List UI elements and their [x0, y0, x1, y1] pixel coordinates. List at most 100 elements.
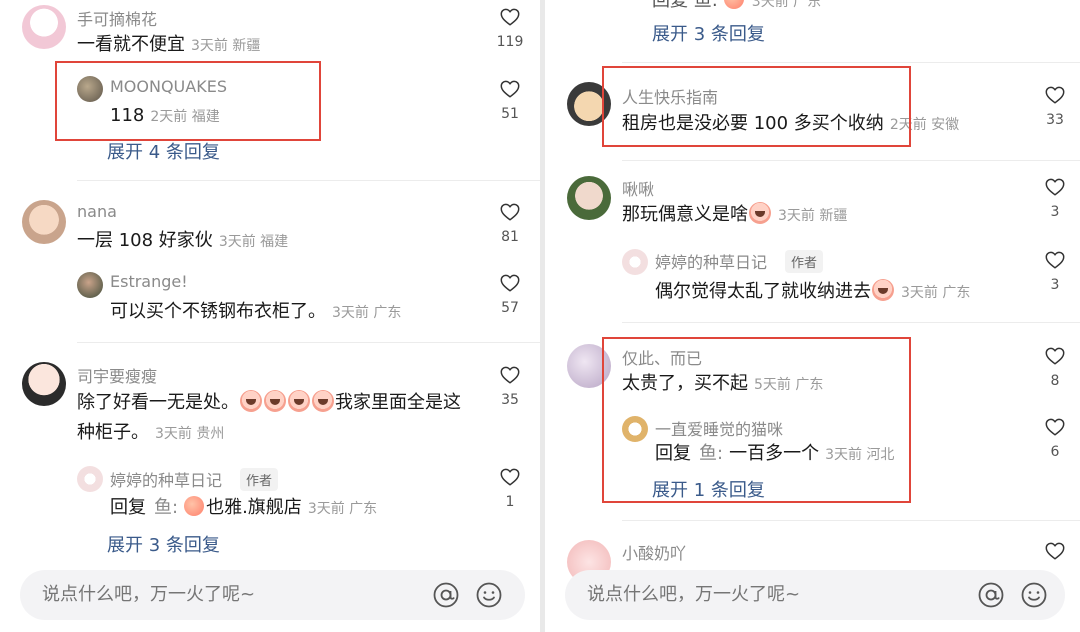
expand-replies-link[interactable]: 展开 3 条回复: [652, 20, 765, 46]
comment-meta: 3天前 新疆: [778, 208, 848, 224]
expand-count: 4: [148, 142, 161, 163]
comment-input-bar: [565, 570, 1065, 620]
expand-prefix: 展开: [107, 142, 143, 163]
comment-meta: 3天前 新疆: [191, 38, 261, 54]
like-count: 33: [1046, 112, 1064, 128]
reply-username[interactable]: 婷婷的种草日记: [655, 249, 767, 273]
comment-meta: 3天前 福建: [218, 234, 289, 250]
comment-text[interactable]: 一看就不便宜 3天前 新疆: [77, 32, 260, 59]
comment-text[interactable]: 除了好看一无是处。 我家里面全是这: [77, 390, 461, 416]
comment-username[interactable]: 小酸奶吖: [622, 540, 686, 564]
reply-avatar[interactable]: [622, 249, 648, 275]
like-button[interactable]: 3: [1035, 249, 1075, 293]
like-button[interactable]: 51: [490, 78, 530, 122]
crying-emoji-icon: [288, 390, 310, 412]
heart-icon: [499, 466, 521, 488]
comment-text-line2[interactable]: 种柜子。 3天前 贵州: [77, 420, 224, 447]
left-comment-panel: 手可摘棉花 一看就不便宜 3天前 新疆 119 MOONQUAKES 118 2天前…: [0, 0, 540, 632]
expand-replies-link[interactable]: 展开 4 条回复: [107, 138, 220, 164]
heart-icon: [499, 272, 521, 294]
like-button[interactable]: 119: [490, 6, 530, 50]
reply-text[interactable]: 可以买个不锈钢布衣柜了。 3天前 广东: [110, 299, 401, 326]
reply-meta: 3天前 广东: [901, 285, 971, 301]
like-count: 81: [501, 229, 519, 245]
like-count: 3: [1050, 204, 1060, 220]
comment-text-body: 那玩偶意义是啥: [622, 204, 748, 225]
reply-to-user[interactable]: 鱼:: [154, 497, 178, 518]
expand-prefix: 展开: [652, 24, 688, 45]
reply-text[interactable]: 偶尔觉得太乱了就收纳进去 3天前 广东: [655, 279, 970, 306]
highlight-box: [602, 66, 911, 147]
reply-avatar[interactable]: [77, 272, 103, 298]
right-comment-panel: 回复 鱼: 3天前 广东 展开 3 条回复 人生快乐指南 租房也是没必要 100 …: [545, 0, 1080, 632]
reply-username[interactable]: 婷婷的种草日记: [110, 467, 222, 491]
expand-prefix: 展开: [107, 535, 143, 556]
reply-meta: 3天前 广东: [751, 0, 822, 10]
heart-icon: [499, 78, 521, 100]
heart-icon: [1044, 416, 1066, 438]
like-button[interactable]: 33: [1035, 84, 1075, 128]
author-tag: 作者: [240, 468, 279, 491]
crying-emoji-icon: [749, 202, 771, 224]
avatar[interactable]: [22, 200, 66, 244]
avatar[interactable]: [22, 362, 66, 406]
author-tag: 作者: [785, 250, 824, 273]
heart-icon: [499, 364, 521, 386]
expand-count: 3: [693, 24, 706, 45]
shy-emoji-icon: [872, 279, 894, 301]
heart-icon: [1044, 176, 1066, 198]
like-button[interactable]: 1: [490, 466, 530, 510]
like-count: 35: [501, 392, 519, 408]
divider: [622, 62, 1080, 63]
like-button[interactable]: 35: [490, 364, 530, 408]
comment-meta: 3天前 贵州: [155, 426, 225, 442]
comment-input-bar: [20, 570, 525, 620]
reply-prefix: 回复: [110, 497, 146, 518]
like-button[interactable]: 3: [1035, 176, 1075, 220]
comment-username[interactable]: nana: [77, 202, 117, 221]
expand-count: 3: [148, 535, 161, 556]
emoji-icon[interactable]: [475, 581, 503, 609]
divider: [622, 322, 1080, 323]
like-count: 8: [1050, 373, 1060, 389]
comment-username[interactable]: 啾啾: [622, 176, 654, 200]
like-count: 51: [501, 106, 519, 122]
reply-avatar[interactable]: [77, 466, 103, 492]
avatar[interactable]: [567, 176, 611, 220]
emoji-icon[interactable]: [1020, 581, 1048, 609]
comment-username[interactable]: 司宇要瘦瘦: [77, 363, 157, 387]
divider: [77, 180, 540, 181]
expand-replies-link[interactable]: 展开 3 条回复: [107, 531, 220, 557]
like-count: 1: [505, 494, 515, 510]
heart-icon: [1044, 249, 1066, 271]
heart-icon: [1044, 345, 1066, 367]
reply-text-body: 偶尔觉得太乱了就收纳进去: [655, 281, 871, 302]
crying-emoji-icon: [312, 390, 334, 412]
expand-suffix: 条回复: [165, 142, 220, 163]
avatar[interactable]: [22, 5, 66, 49]
comment-text-body-3: 种柜子。: [77, 422, 149, 443]
at-mention-icon[interactable]: [977, 581, 1005, 609]
like-count: 3: [1050, 277, 1060, 293]
comment-username[interactable]: 手可摘棉花: [77, 6, 157, 30]
peach-emoji-icon: [184, 496, 205, 516]
reply-username[interactable]: Estrange!: [110, 272, 188, 291]
heart-icon: [1044, 84, 1066, 106]
comment-input[interactable]: [42, 570, 362, 620]
reply-text-body: 也雅.旗舰店: [206, 497, 302, 518]
like-button[interactable]: 6: [1035, 416, 1075, 460]
highlight-box: [602, 337, 911, 503]
like-button[interactable]: 81: [490, 201, 530, 245]
reply-text[interactable]: 回复 鱼: 也雅.旗舰店 3天前 广东: [110, 495, 377, 522]
at-mention-icon[interactable]: [432, 581, 460, 609]
comment-text[interactable]: 那玩偶意义是啥 3天前 新疆: [622, 202, 847, 229]
like-button[interactable]: 57: [490, 272, 530, 316]
like-button[interactable]: [1035, 540, 1075, 562]
comment-text-body-2: 我家里面全是这: [335, 392, 461, 413]
reply-meta: 3天前 广东: [307, 501, 378, 517]
like-button[interactable]: 8: [1035, 345, 1075, 389]
comment-text[interactable]: 一层 108 好家伙 3天前 福建: [77, 228, 288, 255]
reply-text-partial[interactable]: 回复 鱼: 3天前 广东: [652, 0, 821, 15]
comment-input[interactable]: [587, 570, 907, 620]
peach-emoji-icon: [723, 0, 744, 9]
